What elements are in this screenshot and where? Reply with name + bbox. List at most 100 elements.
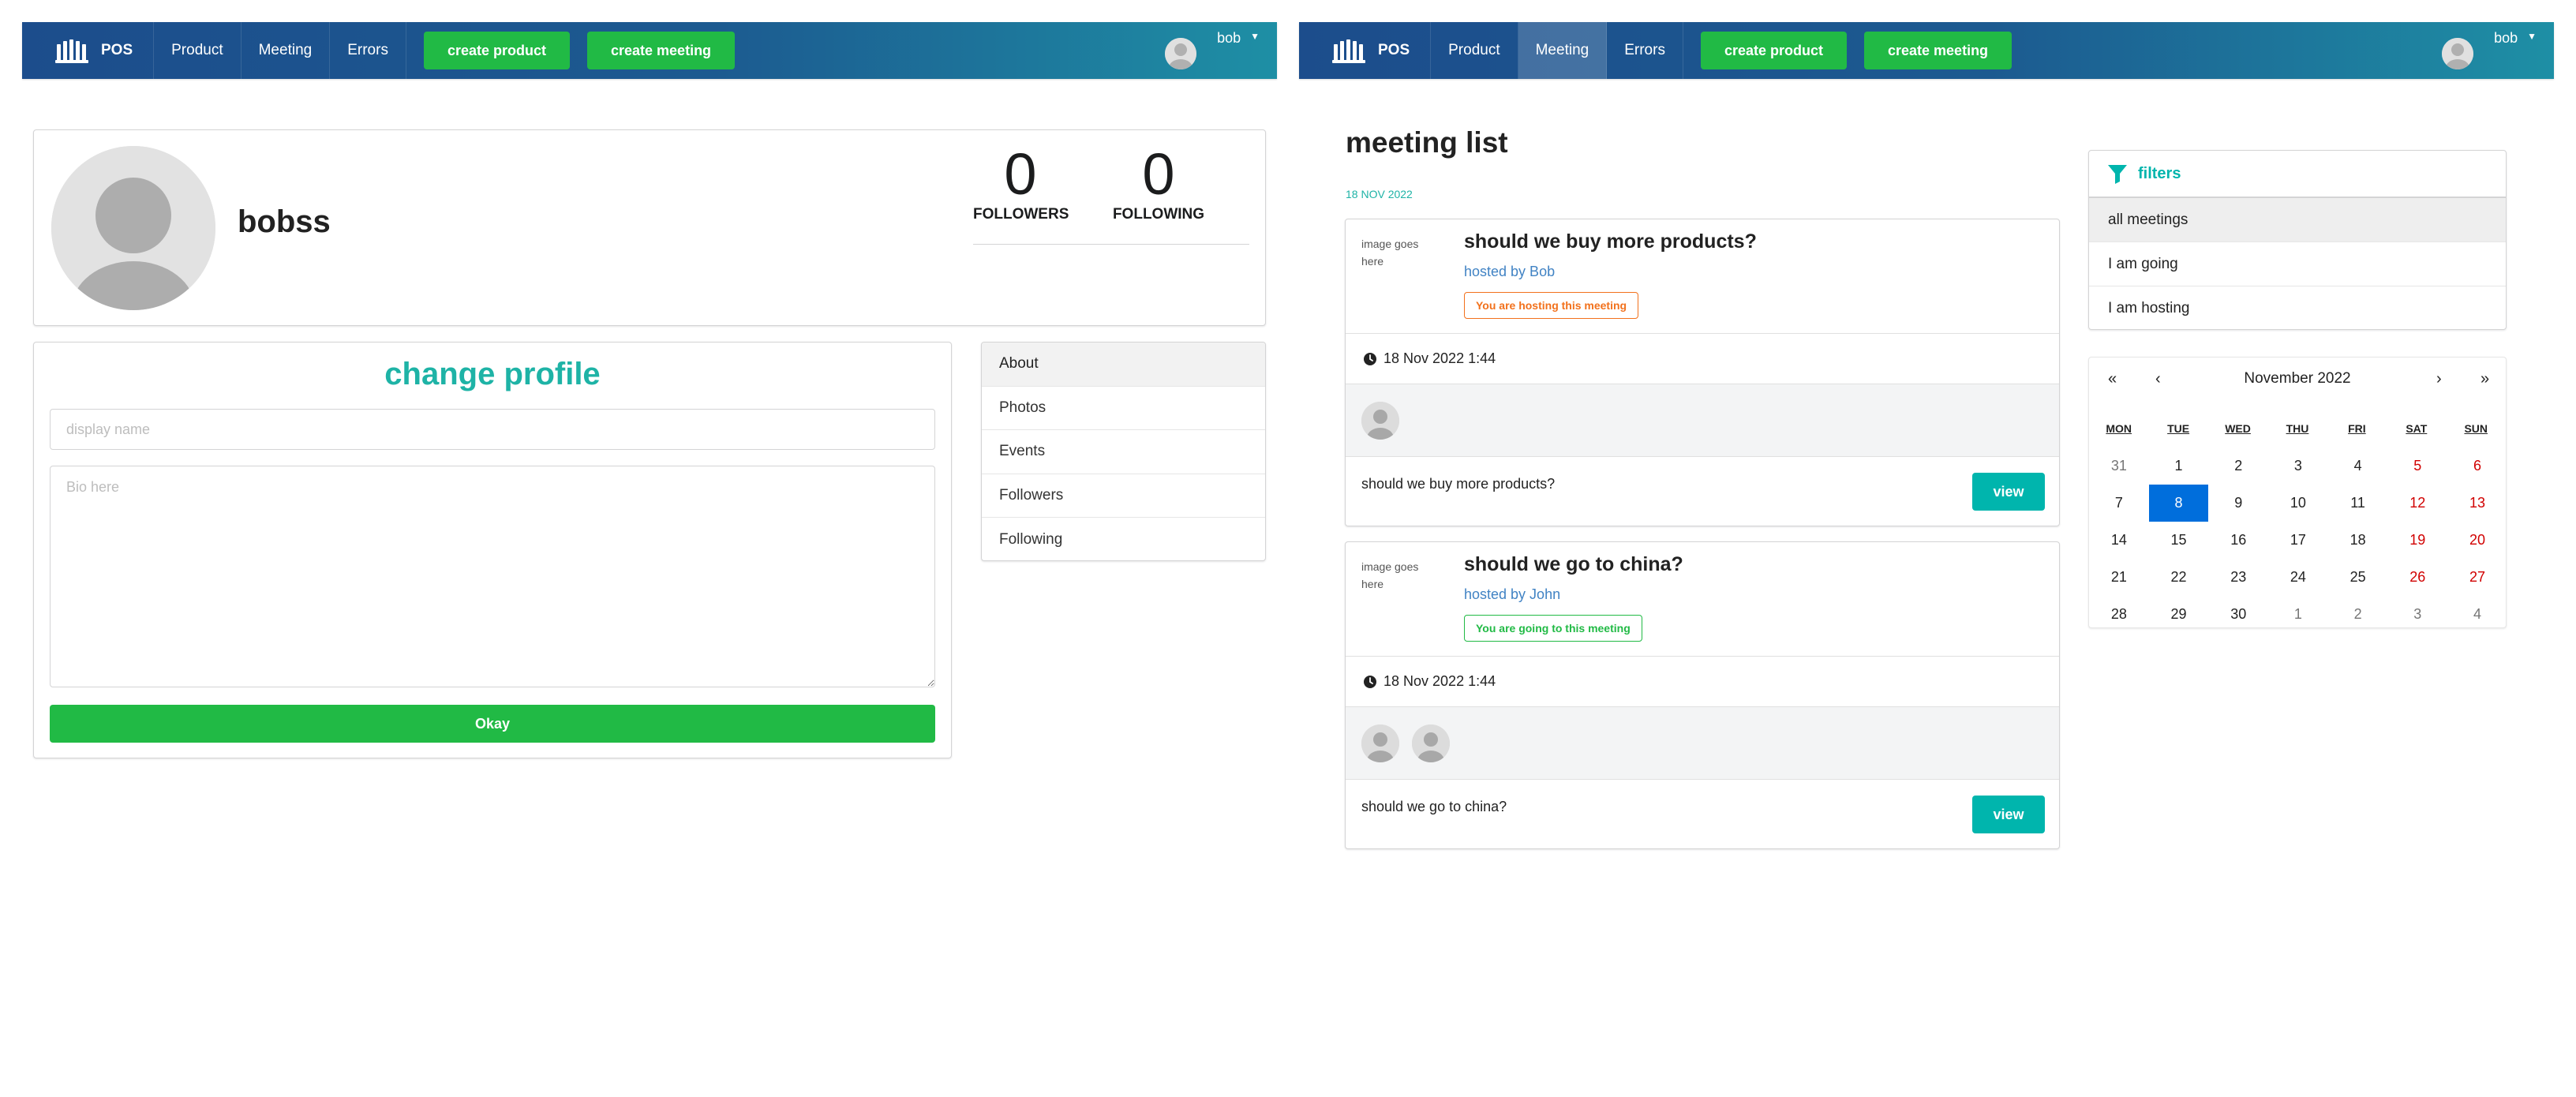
nav-item-meeting[interactable]: Meeting bbox=[1518, 22, 1608, 79]
calendar-day[interactable]: 16 bbox=[2208, 522, 2268, 559]
calendar-day[interactable]: 15 bbox=[2149, 522, 2209, 559]
meeting-footer: should we go to china? view bbox=[1346, 780, 2059, 849]
calendar-day[interactable]: 26 bbox=[2387, 559, 2447, 596]
meeting-card: image goes here should we go to china? h… bbox=[1345, 541, 2060, 849]
following-label: FOLLOWING bbox=[1112, 206, 1205, 223]
weekday-label: THU bbox=[2286, 422, 2309, 435]
meeting-title[interactable]: should we buy more products? bbox=[1464, 230, 1757, 253]
calendar-day[interactable]: 12 bbox=[2387, 485, 2447, 522]
calendar-day[interactable]: 31 bbox=[2089, 447, 2149, 485]
calendar-day[interactable]: 1 bbox=[2149, 447, 2209, 485]
display-name-input[interactable] bbox=[50, 409, 935, 450]
next-year-button[interactable]: » bbox=[2481, 370, 2489, 388]
menu-item-followers[interactable]: Followers bbox=[982, 474, 1265, 518]
attendee-avatar[interactable] bbox=[1361, 724, 1399, 762]
avatar-icon bbox=[2442, 38, 2474, 69]
meeting-image: image goes here bbox=[1361, 238, 1419, 268]
calendar-day[interactable]: 27 bbox=[2447, 559, 2507, 596]
bio-textarea[interactable] bbox=[50, 466, 935, 687]
calendar-day[interactable]: 2 bbox=[2328, 596, 2388, 633]
calendar-day[interactable]: 21 bbox=[2089, 559, 2149, 596]
create-product-button[interactable]: create product bbox=[423, 32, 570, 69]
calendar-day[interactable]: 30 bbox=[2208, 596, 2268, 633]
calendar-day[interactable]: 3 bbox=[2387, 596, 2447, 633]
logo-icon bbox=[1332, 39, 1365, 63]
followers-label: FOLLOWERS bbox=[973, 206, 1069, 223]
user-menu[interactable]: bob ▼ bbox=[1165, 22, 1260, 79]
calendar-day[interactable]: 29 bbox=[2149, 596, 2209, 633]
calendar-day[interactable]: 22 bbox=[2149, 559, 2209, 596]
calendar-day[interactable]: 18 bbox=[2328, 522, 2388, 559]
attendee-avatar[interactable] bbox=[1412, 724, 1450, 762]
calendar: « ‹ November 2022 › » MON TUE WED THU FR… bbox=[2088, 357, 2507, 628]
calendar-day[interactable]: 17 bbox=[2268, 522, 2328, 559]
nav-item-errors[interactable]: Errors bbox=[330, 22, 406, 79]
calendar-day[interactable]: 23 bbox=[2208, 559, 2268, 596]
create-product-button[interactable]: create product bbox=[1700, 32, 1847, 69]
calendar-day[interactable]: 20 bbox=[2447, 522, 2507, 559]
filter-all-meetings[interactable]: all meetings bbox=[2089, 198, 2506, 242]
meeting-host[interactable]: hosted by John bbox=[1464, 586, 1560, 603]
calendar-month[interactable]: November 2022 bbox=[2089, 370, 2506, 388]
view-button[interactable]: view bbox=[1972, 796, 2045, 833]
nav-item-product[interactable]: Product bbox=[1431, 22, 1518, 79]
calendar-day[interactable]: 19 bbox=[2387, 522, 2447, 559]
meeting-footer: should we buy more products? view bbox=[1346, 457, 2059, 526]
meeting-title[interactable]: should we go to china? bbox=[1464, 553, 1683, 576]
meeting-host[interactable]: hosted by Bob bbox=[1464, 264, 1555, 280]
filters-header: filters bbox=[2089, 151, 2506, 198]
meeting-description: should we buy more products? bbox=[1361, 476, 1556, 492]
calendar-day[interactable]: 2 bbox=[2208, 447, 2268, 485]
calendar-day[interactable]: 3 bbox=[2268, 447, 2328, 485]
calendar-day[interactable]: 7 bbox=[2089, 485, 2149, 522]
calendar-day[interactable]: 4 bbox=[2447, 596, 2507, 633]
menu-item-events[interactable]: Events bbox=[982, 430, 1265, 474]
meeting-time-text: 18 Nov 2022 1:44 bbox=[1383, 350, 1496, 366]
date-group-header: 18 NOV 2022 bbox=[1346, 188, 1413, 200]
calendar-day[interactable]: 9 bbox=[2208, 485, 2268, 522]
username: bob bbox=[1217, 29, 1241, 46]
create-meeting-button[interactable]: create meeting bbox=[587, 32, 736, 69]
calendar-day[interactable]: 11 bbox=[2328, 485, 2388, 522]
change-profile-form: change profile Okay bbox=[33, 342, 952, 758]
okay-button[interactable]: Okay bbox=[50, 705, 935, 743]
attendee-avatar[interactable] bbox=[1361, 401, 1399, 440]
attendee-list bbox=[1346, 384, 2059, 457]
user-menu[interactable]: bob ▼ bbox=[2442, 22, 2537, 79]
menu-item-about[interactable]: About bbox=[982, 343, 1265, 387]
nav-item-product[interactable]: Product bbox=[154, 22, 242, 79]
followers-count: 0 bbox=[1004, 141, 1037, 207]
profile-name: bobss bbox=[238, 204, 331, 239]
filter-icon bbox=[2108, 165, 2127, 184]
weekday-label: TUE bbox=[2167, 422, 2190, 435]
next-month-button[interactable]: › bbox=[2436, 370, 2442, 388]
logo-icon bbox=[55, 39, 88, 63]
menu-item-photos[interactable]: Photos bbox=[982, 387, 1265, 430]
calendar-day[interactable]: 13 bbox=[2447, 485, 2507, 522]
calendar-day[interactable]: 5 bbox=[2387, 447, 2447, 485]
profile-page: POS Product Meeting Errors create produc… bbox=[0, 0, 1294, 1097]
page-title: meeting list bbox=[1346, 126, 1508, 159]
calendar-day[interactable]: 10 bbox=[2268, 485, 2328, 522]
view-button[interactable]: view bbox=[1972, 473, 2045, 511]
nav-item-meeting[interactable]: Meeting bbox=[242, 22, 331, 79]
brand[interactable]: POS bbox=[1299, 22, 1432, 79]
meeting-time-text: 18 Nov 2022 1:44 bbox=[1383, 673, 1496, 689]
calendar-day[interactable]: 14 bbox=[2089, 522, 2149, 559]
attendee-list bbox=[1346, 707, 2059, 780]
menu-item-following[interactable]: Following bbox=[982, 518, 1265, 560]
nav-item-errors[interactable]: Errors bbox=[1607, 22, 1683, 79]
brand[interactable]: POS bbox=[22, 22, 155, 79]
filter-i-am-going[interactable]: I am going bbox=[2089, 242, 2506, 286]
calendar-day[interactable]: 1 bbox=[2268, 596, 2328, 633]
calendar-day[interactable]: 4 bbox=[2328, 447, 2388, 485]
create-meeting-button[interactable]: create meeting bbox=[1864, 32, 2012, 69]
calendar-day[interactable]: 8 bbox=[2148, 485, 2209, 522]
calendar-day[interactable]: 6 bbox=[2447, 447, 2507, 485]
calendar-day[interactable]: 25 bbox=[2328, 559, 2388, 596]
filter-i-am-hosting[interactable]: I am hosting bbox=[2089, 286, 2506, 329]
calendar-day[interactable]: 28 bbox=[2089, 596, 2149, 633]
calendar-day[interactable]: 24 bbox=[2268, 559, 2328, 596]
profile-avatar bbox=[51, 146, 215, 310]
weekday-label: FRI bbox=[2348, 422, 2366, 435]
